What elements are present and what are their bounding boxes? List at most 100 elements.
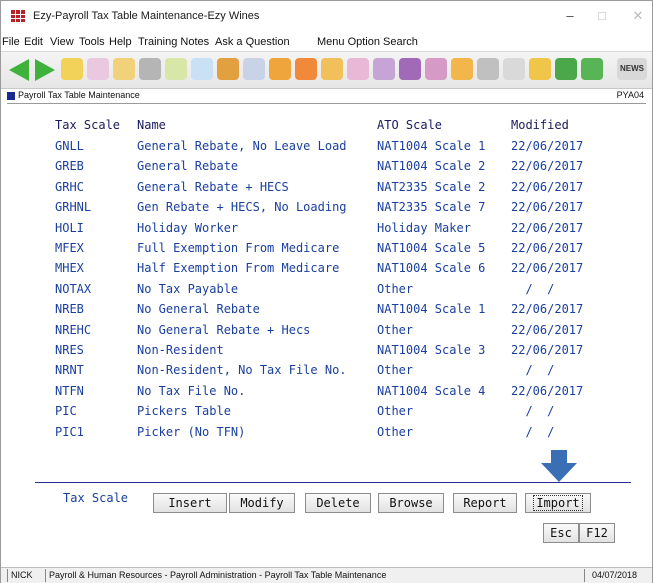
tax-scale-code: GREB <box>55 159 84 174</box>
modified-date: / / <box>511 404 555 419</box>
f12-button[interactable]: F12 <box>579 523 615 543</box>
tax-scale-code: NTFN <box>55 383 84 398</box>
tax-scale-name: Pickers Table <box>137 404 231 419</box>
tax-scale-name: No Tax File No. <box>137 383 246 398</box>
modified-date: 22/06/2017 <box>511 322 584 337</box>
menu-file[interactable]: File <box>2 36 20 48</box>
wand-icon[interactable] <box>243 58 265 80</box>
tax-scale-code: GRHC <box>55 179 84 194</box>
tax-scale-code: NREB <box>55 302 84 317</box>
tax-scale-code: PIC1 <box>55 424 84 439</box>
users-icon[interactable] <box>217 58 239 80</box>
ato-scale: Holiday Maker <box>377 220 471 235</box>
gear-icon[interactable] <box>477 58 499 80</box>
application-window: Ezy-Payroll Tax Table Maintenance-Ezy Wi… <box>0 0 653 583</box>
chart-icon[interactable] <box>373 58 395 80</box>
modified-date: / / <box>511 363 555 378</box>
tax-scale-code: NRNT <box>55 363 84 378</box>
status-path: Payroll & Human Resources - Payroll Admi… <box>49 570 387 580</box>
title-bar: Ezy-Payroll Tax Table Maintenance-Ezy Wi… <box>1 1 652 33</box>
leaf-icon[interactable] <box>555 58 577 80</box>
briefcase-icon[interactable] <box>451 58 473 80</box>
folder-icon[interactable] <box>61 58 83 80</box>
menu-edit[interactable]: Edit <box>24 36 43 48</box>
menu-option-search[interactable]: Menu Option Search <box>317 36 418 48</box>
tax-scale-code: NREHC <box>55 322 92 337</box>
close-button[interactable]: ✕ <box>627 7 649 25</box>
status-separator <box>7 569 8 582</box>
delete-button[interactable]: Delete <box>305 493 371 513</box>
import-button-label: Import <box>533 495 583 511</box>
header-ato-scale: ATO Scale <box>377 118 443 132</box>
people-icon[interactable] <box>347 58 369 80</box>
esc-button[interactable]: Esc <box>543 523 579 543</box>
pencil-icon[interactable] <box>113 58 135 80</box>
tax-scale-name: General Rebate + HECS <box>137 179 289 194</box>
menu-help[interactable]: Help <box>109 36 132 48</box>
tax-scale-name: Holiday Worker <box>137 220 239 235</box>
tax-scale-name: General Rebate <box>137 159 239 174</box>
box-icon[interactable] <box>529 58 551 80</box>
money-icon[interactable] <box>165 58 187 80</box>
header-modified: Modified <box>511 118 569 132</box>
status-user: NICK <box>11 570 33 580</box>
form-title: Payroll Tax Table Maintenance <box>18 90 140 100</box>
ato-scale: NAT1004 Scale 1 <box>377 302 486 317</box>
tax-scale-name: Picker (No TFN) <box>137 424 246 439</box>
ato-scale: Other <box>377 363 414 378</box>
tax-scale-code: MFEX <box>55 241 84 255</box>
modified-date: 22/06/2017 <box>511 220 584 235</box>
tax-scale-name: Gen Rebate + HECS, No Loading <box>137 200 347 215</box>
forward-arrow-icon[interactable] <box>35 59 55 81</box>
tax-scale-name: General Rebate, No Leave Load <box>137 139 347 153</box>
status-bar: NICK Payroll & Human Resources - Payroll… <box>1 567 652 583</box>
news-icon[interactable]: NEWS <box>617 58 647 80</box>
book-icon[interactable] <box>425 58 447 80</box>
ato-scale: NAT2335 Scale 7 <box>377 200 486 215</box>
tax-scale-name: No Tax Payable <box>137 281 239 296</box>
modified-date: 22/06/2017 <box>511 159 584 174</box>
insert-button[interactable]: Insert <box>153 493 227 513</box>
tax-scale-label: Tax Scale <box>63 491 129 505</box>
modified-date: 22/06/2017 <box>511 241 584 255</box>
menu-bar: File Edit View Tools Help Training Notes… <box>1 34 652 50</box>
tax-scale-name: Non-Resident <box>137 343 224 357</box>
grapes-icon[interactable] <box>399 58 421 80</box>
menu-view[interactable]: View <box>50 36 74 48</box>
maximize-button[interactable]: □ <box>591 7 613 25</box>
window-icon[interactable] <box>503 58 525 80</box>
dollar-icon[interactable] <box>581 58 603 80</box>
ato-scale: NAT1004 Scale 1 <box>377 139 486 153</box>
menu-training-notes[interactable]: Training Notes <box>138 36 209 48</box>
ato-scale: Other <box>377 281 414 296</box>
edit-icon[interactable] <box>87 58 109 80</box>
document-icon[interactable] <box>191 58 213 80</box>
modified-date: 22/06/2017 <box>511 343 584 357</box>
cube-icon[interactable] <box>295 58 317 80</box>
menu-tools[interactable]: Tools <box>79 36 105 48</box>
tax-scale-name: Half Exemption From Medicare <box>137 261 340 276</box>
tax-scale-name: Full Exemption From Medicare <box>137 241 340 255</box>
modify-button[interactable]: Modify <box>229 493 295 513</box>
pie-icon[interactable] <box>269 58 291 80</box>
status-separator <box>45 569 46 582</box>
back-arrow-icon[interactable] <box>9 59 29 81</box>
ato-scale: NAT1004 Scale 3 <box>377 343 486 357</box>
modified-date: 22/06/2017 <box>511 139 584 153</box>
browse-button[interactable]: Browse <box>378 493 444 513</box>
menu-ask-a-question[interactable]: Ask a Question <box>215 36 290 48</box>
report-button[interactable]: Report <box>453 493 517 513</box>
tax-scale-code: MHEX <box>55 261 84 276</box>
printer-icon[interactable] <box>139 58 161 80</box>
import-button[interactable]: Import <box>525 493 591 513</box>
tax-scale-code: PIC <box>55 404 77 419</box>
arrow-down-icon <box>541 450 577 482</box>
modified-date: 22/06/2017 <box>511 261 584 276</box>
minimize-button[interactable]: – <box>559 7 581 25</box>
tools-icon[interactable] <box>321 58 343 80</box>
toolbar: NEWS <box>1 51 652 89</box>
divider <box>35 482 631 483</box>
tax-scale-code: GRHNL <box>55 200 92 215</box>
tax-scale-code: HOLI <box>55 220 84 235</box>
modified-date: / / <box>511 424 555 439</box>
